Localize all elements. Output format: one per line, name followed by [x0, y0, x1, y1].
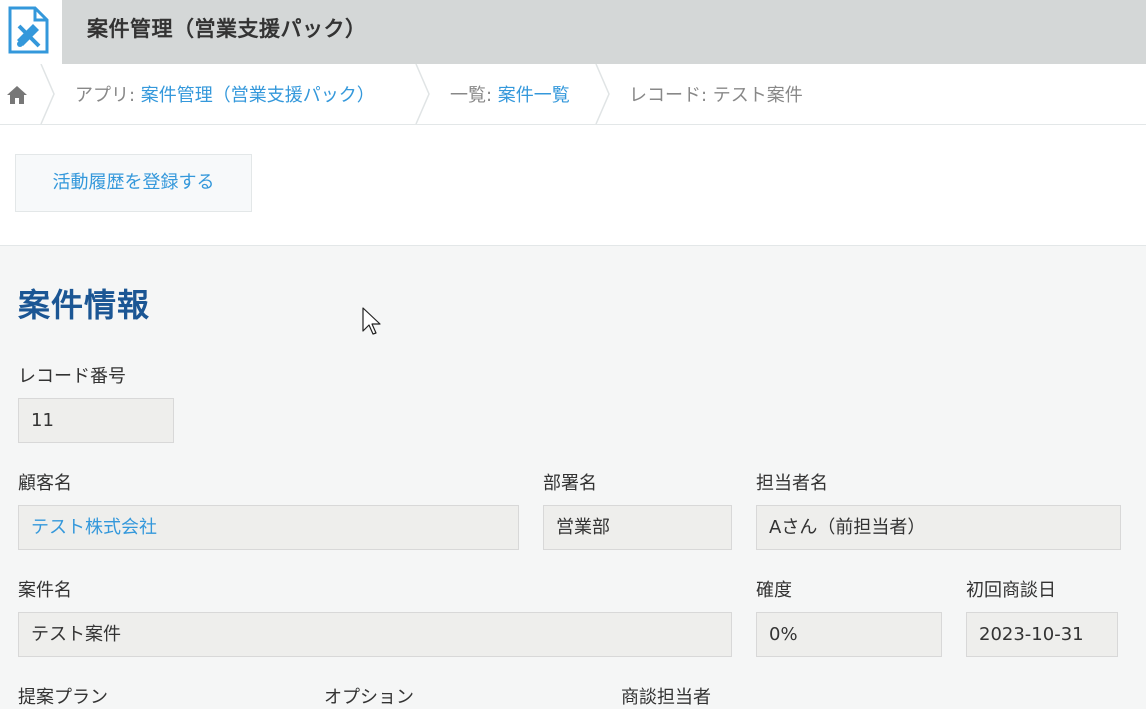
record-number-field: 11 [18, 398, 174, 443]
probability-field: 0% [756, 612, 942, 657]
breadcrumb-separator [595, 64, 610, 124]
person-field: Aさん（前担当者） [756, 505, 1121, 550]
app-header: 案件管理（営業支援パック） [0, 0, 1146, 64]
customer-field[interactable]: テスト株式会社 [18, 505, 519, 550]
breadcrumb-separator [415, 64, 430, 124]
app-title: 案件管理（営業支援パック） [87, 17, 367, 41]
breadcrumb-separator [40, 64, 55, 124]
deal-name-label: 案件名 [18, 580, 72, 601]
negotiator-label: 商談担当者 [621, 687, 711, 708]
breadcrumb-list: 一覧: 案件一覧 [450, 81, 570, 107]
department-field: 営業部 [543, 505, 732, 550]
home-icon[interactable] [6, 84, 28, 106]
first-meeting-label: 初回商談日 [966, 580, 1056, 601]
app-icon[interactable] [0, 0, 62, 64]
breadcrumb-list-prefix: 一覧: [450, 85, 498, 106]
option-label: オプション [324, 687, 414, 708]
person-label: 担当者名 [756, 473, 828, 494]
section-title: 案件情報 [18, 286, 151, 324]
breadcrumb-record: レコード: テスト案件 [629, 85, 803, 106]
register-activity-button[interactable]: 活動履歴を登録する [15, 154, 252, 212]
toolbar: 活動履歴を登録する [0, 125, 1146, 246]
breadcrumb-app-prefix: アプリ: [75, 85, 141, 106]
breadcrumb-list-link[interactable]: 案件一覧 [498, 85, 570, 106]
department-label: 部署名 [543, 473, 597, 494]
probability-label: 確度 [756, 580, 792, 601]
first-meeting-field: 2023-10-31 [966, 612, 1118, 657]
plan-label: 提案プラン [18, 687, 108, 708]
deal-name-field: テスト案件 [18, 612, 732, 657]
customer-label: 顧客名 [18, 473, 72, 494]
app-document-icon [8, 6, 49, 54]
record-number-label: レコード番号 [18, 366, 126, 387]
breadcrumb-app-link[interactable]: 案件管理（営業支援パック） [141, 85, 375, 106]
breadcrumb: アプリ: 案件管理（営業支援パック） 一覧: 案件一覧 レコード: テスト案件 [0, 64, 1146, 125]
breadcrumb-app: アプリ: 案件管理（営業支援パック） [75, 81, 375, 107]
mouse-cursor-icon [362, 307, 381, 335]
